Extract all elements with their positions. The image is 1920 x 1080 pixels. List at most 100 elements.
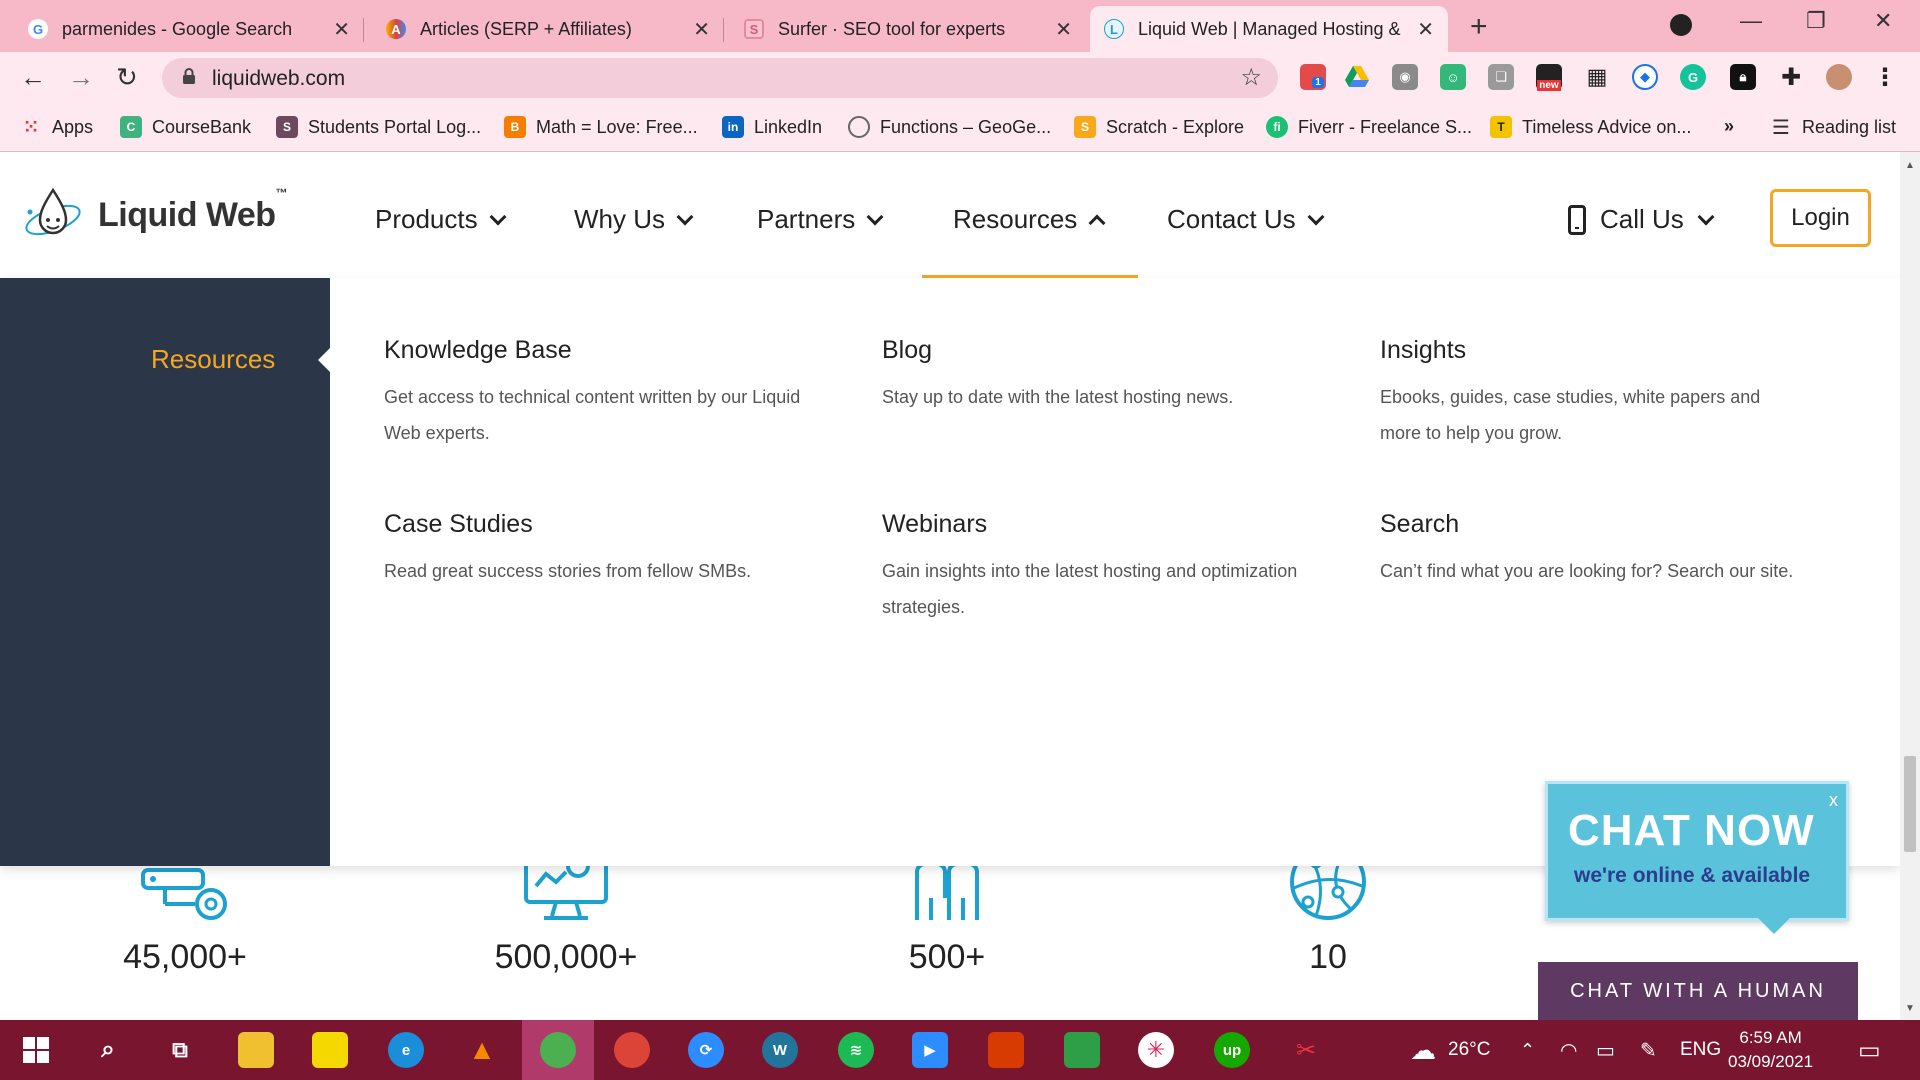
scrollbar-thumb[interactable] bbox=[1904, 756, 1916, 852]
windows-start-icon[interactable] bbox=[18, 1032, 54, 1068]
tab-title: Articles (SERP + Affiliates) bbox=[420, 18, 632, 39]
chrome-profile-icon[interactable] bbox=[540, 1032, 576, 1068]
file-explorer-icon[interactable] bbox=[238, 1032, 274, 1068]
reading-list-button[interactable]: ☰ Reading list bbox=[1770, 116, 1896, 139]
tab-search-icon[interactable] bbox=[1670, 14, 1692, 36]
trademark-symbol: ™ bbox=[275, 185, 288, 200]
close-icon[interactable]: ✕ bbox=[693, 17, 710, 42]
tab-liquid-web[interactable]: L Liquid Web | Managed Hosting & ✕ bbox=[1090, 6, 1448, 52]
sticky-notes-icon[interactable] bbox=[312, 1032, 348, 1068]
reload-button[interactable]: ↻ bbox=[116, 62, 138, 93]
bookmark-coursebank[interactable]: C CourseBank bbox=[120, 116, 251, 138]
chrome-icon[interactable] bbox=[614, 1032, 650, 1068]
grammar-extension-icon[interactable]: ☺ bbox=[1440, 64, 1466, 90]
tab-surfer[interactable]: S Surfer · SEO tool for experts ✕ bbox=[730, 6, 1086, 52]
menu-item-insights[interactable]: Insights Ebooks, guides, case studies, w… bbox=[1380, 336, 1800, 451]
grammarly-icon[interactable]: G bbox=[1680, 64, 1706, 90]
chat-with-human-button[interactable]: CHAT WITH A HUMAN bbox=[1538, 962, 1858, 1020]
scroll-up-arrow[interactable]: ▲ bbox=[1905, 160, 1915, 171]
reading-list-icon: ☰ bbox=[1772, 116, 1790, 139]
nav-why-us[interactable]: Why Us bbox=[574, 204, 694, 235]
edge-icon[interactable]: e bbox=[388, 1032, 424, 1068]
close-icon[interactable]: ✕ bbox=[1417, 17, 1434, 42]
bookmark-geogebra[interactable]: Functions – GeoGe... bbox=[848, 116, 1051, 138]
bookmark-apps[interactable]: ⁙ Apps bbox=[20, 116, 93, 138]
camera-icon[interactable]: ◉ bbox=[1392, 64, 1418, 90]
zoom-icon[interactable]: ▶ bbox=[912, 1032, 948, 1068]
scroll-down-arrow[interactable]: ▼ bbox=[1905, 1003, 1915, 1014]
wifi-icon[interactable]: ◠ bbox=[1560, 1020, 1577, 1080]
bookmark-math-love[interactable]: B Math = Love: Free... bbox=[504, 116, 698, 138]
menu-item-description: Stay up to date with the latest hosting … bbox=[882, 387, 1234, 407]
puzzle-icon[interactable]: ✚ bbox=[1778, 64, 1804, 91]
nav-resources[interactable]: Resources bbox=[953, 204, 1106, 235]
diamond-extension-icon[interactable]: ◆ bbox=[1632, 64, 1658, 90]
google-drive-icon[interactable] bbox=[1344, 64, 1370, 90]
language-indicator[interactable]: ENG bbox=[1680, 1020, 1721, 1080]
vlc-icon[interactable]: ▲ bbox=[464, 1032, 500, 1068]
nav-products[interactable]: Products bbox=[375, 204, 507, 235]
tray-chevron-icon[interactable]: ⌃ bbox=[1520, 1020, 1535, 1080]
upwork-icon[interactable]: up bbox=[1214, 1032, 1250, 1068]
coursebank-icon: C bbox=[120, 116, 142, 138]
snipping-tool-icon[interactable]: ✂ bbox=[1288, 1032, 1324, 1068]
bookmarks-overflow-button[interactable]: » bbox=[1724, 116, 1734, 137]
search-icon[interactable]: ⌕ bbox=[90, 1032, 126, 1068]
page-scrollbar[interactable]: ▲ ▼ bbox=[1900, 152, 1920, 1020]
chat-now-popup[interactable]: CHAT NOW we're online & available x bbox=[1545, 781, 1849, 934]
battery-icon[interactable]: ▭ bbox=[1596, 1020, 1615, 1080]
bookmark-scratch[interactable]: S Scratch - Explore bbox=[1074, 116, 1244, 138]
copy-extension-icon[interactable]: ❏ bbox=[1488, 64, 1514, 90]
spotify-icon[interactable]: ≋ bbox=[838, 1032, 874, 1068]
minimize-button[interactable]: — bbox=[1740, 8, 1762, 34]
bookmark-students-portal[interactable]: S Students Portal Log... bbox=[276, 116, 481, 138]
url-bar[interactable]: liquidweb.com ☆ bbox=[162, 58, 1278, 98]
windows-taskbar bbox=[0, 1020, 1920, 1080]
chat-close-button[interactable]: x bbox=[1829, 790, 1838, 811]
sync-app-icon[interactable]: ⟳ bbox=[688, 1032, 724, 1068]
mega-menu-category-resources[interactable]: Resources bbox=[151, 344, 275, 375]
close-icon[interactable]: ✕ bbox=[333, 17, 350, 42]
clock-time: 6:59 AM bbox=[1739, 1028, 1802, 1047]
call-us-button[interactable]: Call Us bbox=[1568, 204, 1715, 235]
notifications-icon[interactable]: ▭ bbox=[1858, 1020, 1881, 1080]
menu-item-search[interactable]: Search Can’t find what you are looking f… bbox=[1380, 510, 1840, 589]
extension-icon[interactable]: 1 bbox=[1300, 64, 1326, 90]
menu-item-knowledge-base[interactable]: Knowledge Base Get access to technical c… bbox=[384, 336, 804, 451]
browser-tab-bar: G parmenides - Google Search ✕ A Article… bbox=[0, 0, 1920, 52]
wordpress-icon[interactable]: W bbox=[762, 1032, 798, 1068]
close-icon[interactable]: ✕ bbox=[1055, 17, 1072, 42]
classroom-icon[interactable] bbox=[1064, 1032, 1100, 1068]
menu-kebab-icon[interactable]: ⋮ bbox=[1872, 64, 1898, 91]
menu-item-case-studies[interactable]: Case Studies Read great success stories … bbox=[384, 510, 804, 589]
weather-widget[interactable]: ☁ 26°C bbox=[1410, 1020, 1490, 1080]
lock-extension-icon[interactable]: 🔒︎ bbox=[1730, 64, 1756, 90]
grid-extension-icon[interactable]: ▦ bbox=[1584, 64, 1610, 90]
slack-icon[interactable]: ✳ bbox=[1138, 1032, 1174, 1068]
new-tab-button[interactable]: + bbox=[1470, 10, 1488, 44]
bookmark-linkedin[interactable]: in LinkedIn bbox=[722, 116, 822, 138]
back-button[interactable]: ← bbox=[20, 62, 46, 93]
profile-avatar[interactable] bbox=[1826, 64, 1852, 90]
bookmark-timeless-advice[interactable]: T Timeless Advice on... bbox=[1490, 116, 1691, 138]
nav-partners[interactable]: Partners bbox=[757, 204, 884, 235]
task-view-icon[interactable]: ⧉ bbox=[162, 1032, 198, 1068]
bookmark-fiverr[interactable]: fi Fiverr - Freelance S... bbox=[1266, 116, 1472, 138]
login-button[interactable]: Login bbox=[1770, 189, 1871, 247]
system-clock[interactable]: 6:59 AM 03/09/2021 bbox=[1728, 1026, 1813, 1074]
tab-google-search[interactable]: G parmenides - Google Search ✕ bbox=[14, 6, 364, 52]
menu-item-blog[interactable]: Blog Stay up to date with the latest hos… bbox=[882, 336, 1302, 415]
new-extension-icon[interactable]: new bbox=[1536, 64, 1562, 91]
liquid-web-logo[interactable]: Liquid Web™ bbox=[22, 184, 288, 246]
nav-contact-us[interactable]: Contact Us bbox=[1167, 204, 1325, 235]
bookmark-star-icon[interactable]: ☆ bbox=[1240, 63, 1262, 92]
menu-item-webinars[interactable]: Webinars Gain insights into the latest h… bbox=[882, 510, 1302, 625]
close-window-button[interactable]: ✕ bbox=[1874, 8, 1892, 34]
tab-articles[interactable]: A Articles (SERP + Affiliates) ✕ bbox=[372, 6, 724, 52]
pen-icon[interactable]: ✎ bbox=[1640, 1020, 1657, 1080]
restore-button[interactable]: ❐ bbox=[1806, 8, 1826, 34]
cloud-icon: ☁ bbox=[1410, 1034, 1436, 1065]
tab-title: Surfer · SEO tool for experts bbox=[778, 18, 1006, 39]
office-icon[interactable] bbox=[988, 1032, 1024, 1068]
forward-button[interactable]: → bbox=[68, 62, 94, 93]
